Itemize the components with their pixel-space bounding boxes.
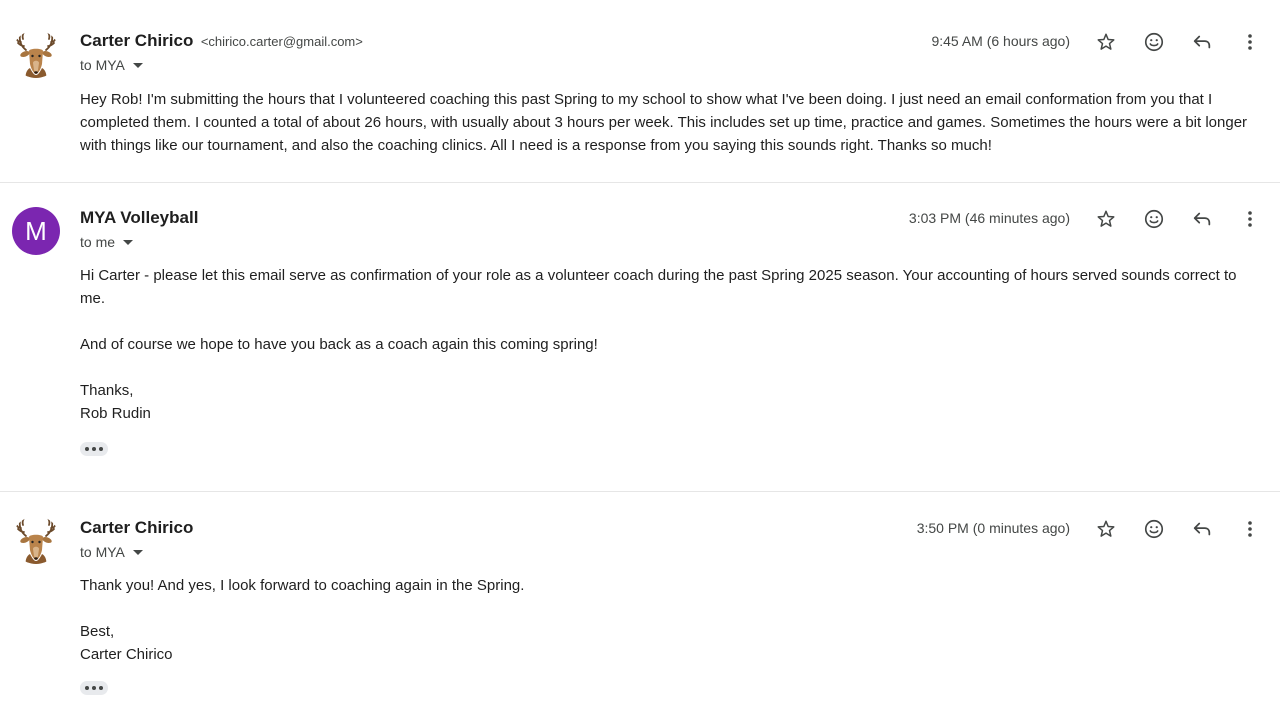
emoji-icon — [1144, 32, 1164, 52]
recipient-line: to MYA — [80, 57, 143, 73]
recipient-label: to MYA — [80, 57, 125, 73]
star-icon — [1097, 210, 1115, 227]
message-time[interactable]: 9:45 AM (6 hours ago) — [931, 33, 1070, 49]
message-signoff: Thanks, — [80, 382, 134, 399]
add-reaction-button[interactable] — [1138, 26, 1170, 58]
avatar[interactable] — [12, 30, 60, 78]
sender-line: Carter Chirico — [80, 518, 193, 538]
star-button[interactable] — [1090, 26, 1122, 58]
show-trimmed-content-button[interactable] — [80, 442, 108, 456]
avatar[interactable] — [12, 516, 60, 564]
message-time[interactable]: 3:03 PM (46 minutes ago) — [909, 210, 1070, 226]
star-icon — [1097, 33, 1115, 50]
message-paragraph: And of course we hope to have you back a… — [80, 336, 598, 353]
message-time[interactable]: 3:50 PM (0 minutes ago) — [917, 520, 1070, 536]
more-vert-icon — [1248, 34, 1252, 50]
recipient-label: to me — [80, 234, 116, 250]
sender-name[interactable]: Carter Chirico — [80, 31, 193, 50]
sender-name[interactable]: MYA Volleyball — [80, 208, 198, 227]
star-button[interactable] — [1090, 513, 1122, 545]
email-message: M MYA Volleyball to me 3:03 PM (46 minut… — [0, 183, 1280, 492]
dot — [92, 686, 96, 690]
sender-email[interactable]: <chirico.carter@gmail.com> — [201, 34, 363, 49]
email-message: Carter Chirico <chirico.carter@gmail.com… — [0, 0, 1280, 183]
message-paragraph: Thank you! And yes, I look forward to co… — [80, 577, 525, 594]
emoji-icon — [1144, 209, 1164, 229]
sender-line: MYA Volleyball — [80, 208, 198, 228]
reply-icon — [1193, 35, 1211, 49]
star-button[interactable] — [1090, 203, 1122, 235]
more-vert-icon — [1248, 211, 1252, 227]
more-options-button[interactable] — [1234, 513, 1266, 545]
sender-line: Carter Chirico <chirico.carter@gmail.com… — [80, 31, 363, 51]
recipient-line: to me — [80, 234, 134, 250]
more-vert-icon — [1248, 521, 1252, 537]
dot — [99, 447, 103, 451]
message-body: Hi Carter - please let this email serve … — [80, 264, 1262, 425]
message-body: Hey Rob! I'm submitting the hours that I… — [80, 88, 1262, 157]
message-paragraph: Hi Carter - please let this email serve … — [80, 267, 1237, 307]
deer-icon — [15, 517, 57, 564]
emoji-icon — [1144, 519, 1164, 539]
message-signature: Rob Rudin — [80, 405, 151, 422]
avatar[interactable]: M — [12, 207, 60, 255]
dot — [85, 447, 89, 451]
add-reaction-button[interactable] — [1138, 203, 1170, 235]
message-body: Thank you! And yes, I look forward to co… — [80, 574, 1262, 666]
caret-down-icon[interactable] — [132, 63, 143, 68]
message-signoff: Best, — [80, 623, 115, 640]
reply-button[interactable] — [1186, 513, 1218, 545]
dot — [85, 686, 89, 690]
email-message: Carter Chirico to MYA 3:50 PM (0 minutes… — [0, 492, 1280, 724]
message-signature: Carter Chirico — [80, 646, 173, 663]
dot — [99, 686, 103, 690]
sender-name[interactable]: Carter Chirico — [80, 518, 193, 537]
add-reaction-button[interactable] — [1138, 513, 1170, 545]
reply-button[interactable] — [1186, 203, 1218, 235]
caret-down-icon[interactable] — [132, 550, 143, 555]
reply-icon — [1193, 522, 1211, 536]
show-trimmed-content-button[interactable] — [80, 681, 108, 695]
reply-button[interactable] — [1186, 26, 1218, 58]
message-paragraph: Hey Rob! I'm submitting the hours that I… — [80, 91, 1248, 154]
recipient-label: to MYA — [80, 544, 125, 560]
deer-icon — [15, 31, 57, 78]
dot — [92, 447, 96, 451]
more-options-button[interactable] — [1234, 203, 1266, 235]
reply-icon — [1193, 212, 1211, 226]
more-options-button[interactable] — [1234, 26, 1266, 58]
recipient-line: to MYA — [80, 544, 143, 560]
caret-down-icon[interactable] — [123, 240, 134, 245]
star-icon — [1097, 520, 1115, 537]
